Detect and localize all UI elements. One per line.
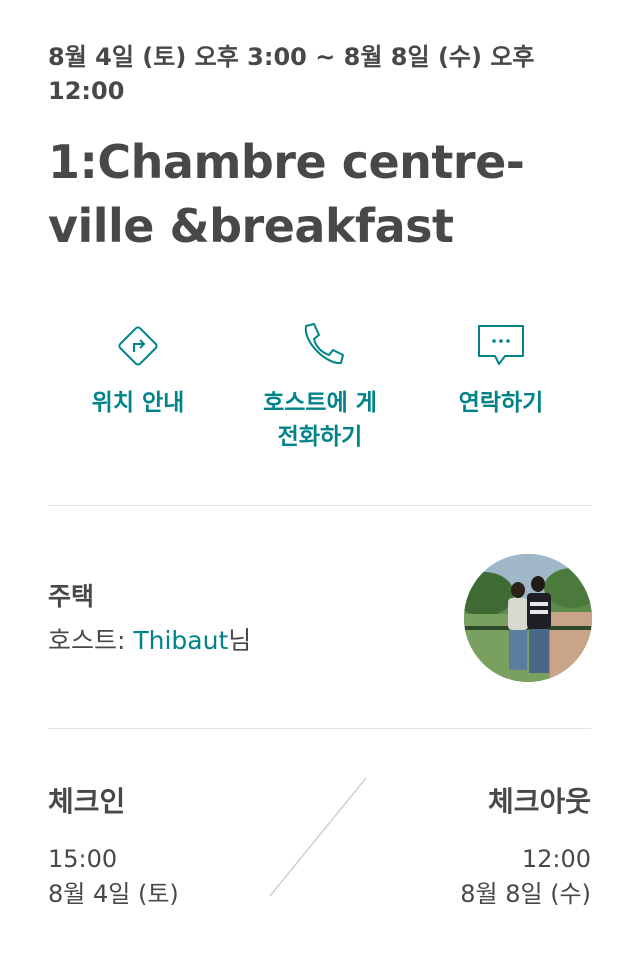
checkout-label: 체크아웃	[487, 785, 591, 818]
checkin-details: 15:00 8월 4일 (토)	[48, 842, 179, 912]
call-host-label: 호스트에 게 전화하기	[263, 390, 377, 450]
contact-button[interactable]: 연락하기	[411, 318, 591, 420]
host-suffix: 님	[228, 626, 252, 655]
directions-button[interactable]: 위치 안내	[48, 318, 228, 420]
date-separator	[269, 778, 367, 897]
date-range: 8월 4일 (토) 오후 3:00 ~ 8월 8일 (수) 오후 12:00	[48, 43, 535, 105]
checkout-time: 12:00	[521, 845, 591, 873]
checkin-label: 체크인	[48, 785, 126, 818]
checkout-details: 12:00 8월 8일 (수)	[460, 842, 591, 912]
host-prefix: 호스트:	[48, 626, 134, 655]
message-icon	[478, 325, 524, 365]
reservation-details: 8월 4일 (토) 오후 3:00 ~ 8월 8일 (수) 오후 12:00 1…	[48, 40, 592, 908]
host-avatar[interactable]	[464, 554, 592, 682]
listing-title: 1:Chambre centre-ville &breakfast	[48, 135, 525, 253]
action-row: 위치 안내 호스트에 게 전화하기 연락하기	[48, 318, 591, 468]
directions-label: 위치 안내	[91, 390, 185, 416]
checkin-time: 15:00	[48, 845, 118, 873]
host-photo	[464, 554, 592, 682]
phone-icon	[304, 323, 344, 365]
call-host-button[interactable]: 호스트에 게 전화하기	[230, 318, 410, 454]
host-name-link[interactable]: Thibaut	[133, 626, 228, 655]
checkout-date: 8월 8일 (수)	[460, 880, 591, 908]
checkin-date: 8월 4일 (토)	[48, 880, 179, 908]
divider	[48, 505, 591, 506]
host-line: 호스트: Thibaut님	[48, 624, 251, 658]
listing-type: 주택	[48, 582, 95, 611]
contact-label: 연락하기	[458, 390, 544, 416]
directions-icon	[118, 326, 158, 366]
divider	[48, 728, 591, 729]
